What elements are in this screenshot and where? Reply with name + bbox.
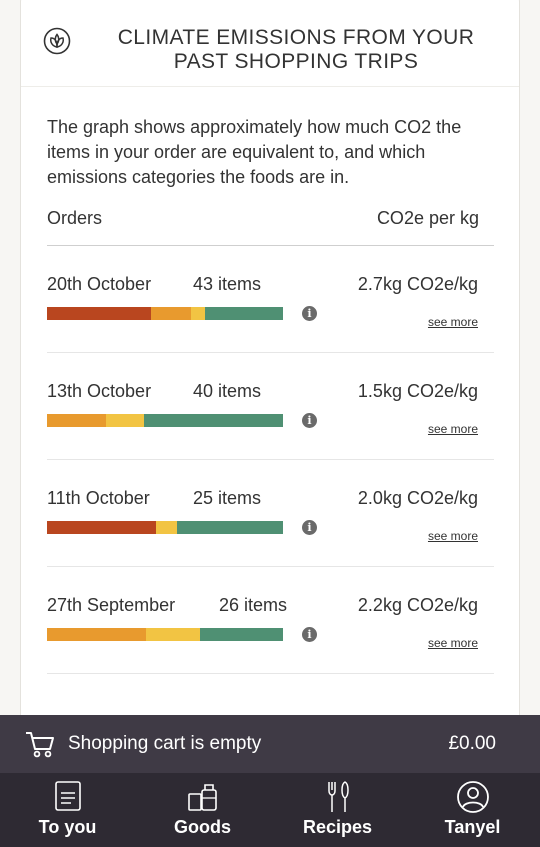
order-item-count: 40 items xyxy=(193,381,262,401)
order-co2-value: 1.5kg CO2e/kg xyxy=(357,381,478,401)
order-date: 11th October xyxy=(47,488,150,508)
order-date: 27th September xyxy=(47,595,176,615)
graph-description: The graph shows approximately how much C… xyxy=(47,117,462,187)
emissions-segment-very-low xyxy=(143,414,283,427)
emissions-segment-high xyxy=(47,307,151,320)
document-icon xyxy=(54,781,81,811)
cart-total: £0.00 xyxy=(448,733,496,754)
user-icon xyxy=(456,781,489,813)
info-icon[interactable]: i xyxy=(302,520,317,535)
emissions-segment-very-low xyxy=(176,521,283,534)
nav-to-you[interactable]: To you xyxy=(0,773,135,847)
emissions-bar xyxy=(47,414,283,427)
emissions-segment-low xyxy=(190,307,206,320)
emissions-segment-low xyxy=(106,414,144,427)
order-co2-value: 2.0kg CO2e/kg xyxy=(357,488,478,508)
info-icon[interactable]: i xyxy=(302,413,317,428)
order-item-count: 43 items xyxy=(193,274,262,294)
order-date: 13th October xyxy=(47,381,152,401)
order-co2-value: 2.7kg CO2e/kg xyxy=(357,274,478,294)
nav-label: To you xyxy=(38,817,97,837)
emissions-segment-high xyxy=(47,521,156,534)
emissions-bar xyxy=(47,521,283,534)
emissions-bar xyxy=(47,628,283,641)
nav-label: Recipes xyxy=(302,817,373,837)
order-item-count: 26 items xyxy=(219,595,288,615)
orders-column-header: Orders xyxy=(47,208,103,228)
shopping-cart-icon xyxy=(26,732,54,758)
nav-goods[interactable]: Goods xyxy=(135,773,270,847)
order-row: 20th October 43 items 2.7kg CO2e/kg i see mo… xyxy=(47,246,494,353)
order-row: 13th October 40 items 1.5kg CO2e/kg i see mo… xyxy=(47,353,494,460)
emissions-segment-very-low xyxy=(200,628,283,641)
see-more-link[interactable]: see more xyxy=(428,636,478,650)
info-icon[interactable]: i xyxy=(302,627,317,642)
shopping-cart-bar[interactable]: Shopping cart is empty £0.00 xyxy=(0,715,540,773)
nav-profile[interactable]: Tanyel xyxy=(405,773,540,847)
emissions-segment-medium xyxy=(47,414,106,427)
see-more-link[interactable]: see more xyxy=(428,315,478,329)
utensils-icon xyxy=(327,781,349,812)
nav-label: Goods xyxy=(174,817,231,837)
nav-label: Tanyel xyxy=(444,817,501,837)
co2-column-header: CO2e per kg xyxy=(376,208,479,228)
emissions-segment-low xyxy=(146,628,201,641)
emissions-segment-very-low xyxy=(205,307,283,320)
info-icon[interactable]: i xyxy=(302,306,317,321)
order-date: 20th October xyxy=(47,274,152,294)
see-more-link[interactable]: see more xyxy=(428,422,478,436)
order-item-count: 25 items xyxy=(193,488,262,508)
order-row: 27th September 26 items 2.2kg CO2e/kg i see … xyxy=(47,567,494,674)
order-row: 11th October 25 items 2.0kg CO2e/kg i see mo… xyxy=(47,460,494,567)
emissions-segment-low xyxy=(155,521,177,534)
see-more-link[interactable]: see more xyxy=(428,529,478,543)
card-header: CLIMATE EMISSIONS FROM YOUR PAST SHOPPIN… xyxy=(21,1,519,87)
emissions-card: CLIMATE EMISSIONS FROM YOUR PAST SHOPPIN… xyxy=(20,0,520,750)
groceries-icon xyxy=(187,784,217,811)
cart-status: Shopping cart is empty xyxy=(68,733,262,754)
emissions-segment-medium xyxy=(47,628,147,641)
leaf-circle-icon xyxy=(43,27,71,55)
nav-recipes[interactable]: Recipes xyxy=(270,773,405,847)
page-title: CLIMATE EMISSIONS FROM YOUR PAST SHOPPIN… xyxy=(117,26,475,73)
order-co2-value: 2.2kg CO2e/kg xyxy=(357,595,478,615)
emissions-segment-medium xyxy=(150,307,191,320)
emissions-bar xyxy=(47,307,283,320)
bottom-navigation: To you Goods Recipes Tanyel xyxy=(0,773,540,847)
